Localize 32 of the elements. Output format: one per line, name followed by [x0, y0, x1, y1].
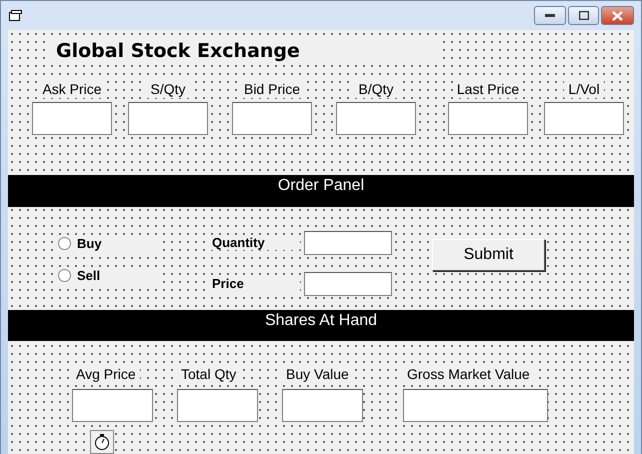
text-field[interactable] [282, 389, 363, 422]
form-icon [9, 10, 22, 22]
close-icon [612, 10, 623, 20]
radio-button[interactable] [58, 269, 71, 282]
minimize-button[interactable] [534, 6, 566, 25]
text-field[interactable] [304, 230, 392, 255]
text-field[interactable] [448, 102, 528, 135]
text-field[interactable] [128, 102, 208, 135]
close-button[interactable] [601, 6, 634, 25]
section-header: Shares At Hand [8, 310, 634, 342]
app-title: Global Stock Exchange [48, 38, 438, 64]
field-label: Price [208, 276, 300, 292]
text-field[interactable] [72, 389, 153, 422]
radio-label: Sell [77, 268, 100, 284]
text-field[interactable] [232, 102, 312, 135]
field-label: B/Qty [354, 80, 398, 98]
text-field[interactable] [403, 389, 548, 422]
maximize-button[interactable] [568, 6, 599, 25]
submit-button[interactable]: Submit [432, 238, 545, 271]
radio-label: Buy [77, 236, 102, 252]
text-field[interactable] [32, 102, 112, 135]
radio-button[interactable] [58, 237, 71, 250]
section-header: Order Panel [8, 175, 634, 207]
minimize-icon [545, 14, 555, 18]
text-field[interactable] [544, 102, 624, 135]
maximize-icon [578, 11, 588, 20]
text-field[interactable] [177, 389, 258, 422]
text-field[interactable] [304, 272, 392, 296]
field-label: Quantity [208, 235, 300, 250]
text-field[interactable] [336, 102, 416, 135]
field-label: L/Vol [564, 80, 604, 98]
field-label: S/Qty [146, 80, 190, 98]
